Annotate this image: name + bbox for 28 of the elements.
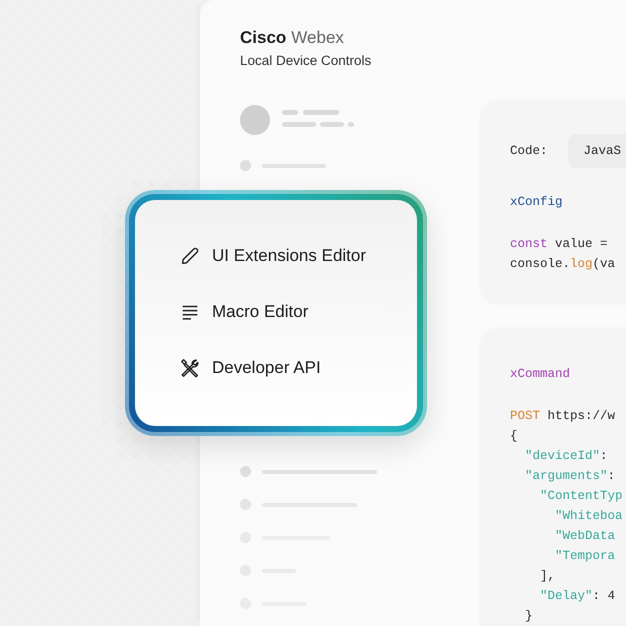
code-line: "ContentTyp [539,488,624,505]
code-line: xCommand [510,366,572,383]
code-line: ], [539,568,556,585]
code-line: console.log(va [510,256,616,273]
tools-icon [179,357,201,379]
code-line: const value = [510,236,609,253]
code-line: { [510,428,519,445]
pencil-icon [179,245,201,267]
subtitle: Local Device Controls [240,53,372,68]
menu-item[interactable]: Developer API [179,356,321,380]
code-line: POST https://w [510,408,616,425]
dot-placeholder [240,466,251,477]
language-selector[interactable]: JavaS [568,134,626,168]
product-name: Webex [291,28,344,47]
menu-item[interactable]: UI Extensions Editor [179,244,366,268]
code-line: "WebData [554,528,616,545]
code-line: "Tempora [554,548,616,565]
code-label: Code: [510,144,548,158]
code-line: "Whiteboa [554,508,624,525]
code-line: "Delay": 4 [539,588,616,605]
code-line: "arguments": [524,468,616,485]
brand-name: Cisco [240,28,286,47]
menu-item[interactable]: Macro Editor [179,300,308,324]
dot-placeholder [240,160,251,171]
code-line: xConfig [510,194,564,211]
code-line: } [524,608,534,625]
avatar-placeholder [240,105,270,135]
code-line: "deviceId": [524,448,609,465]
